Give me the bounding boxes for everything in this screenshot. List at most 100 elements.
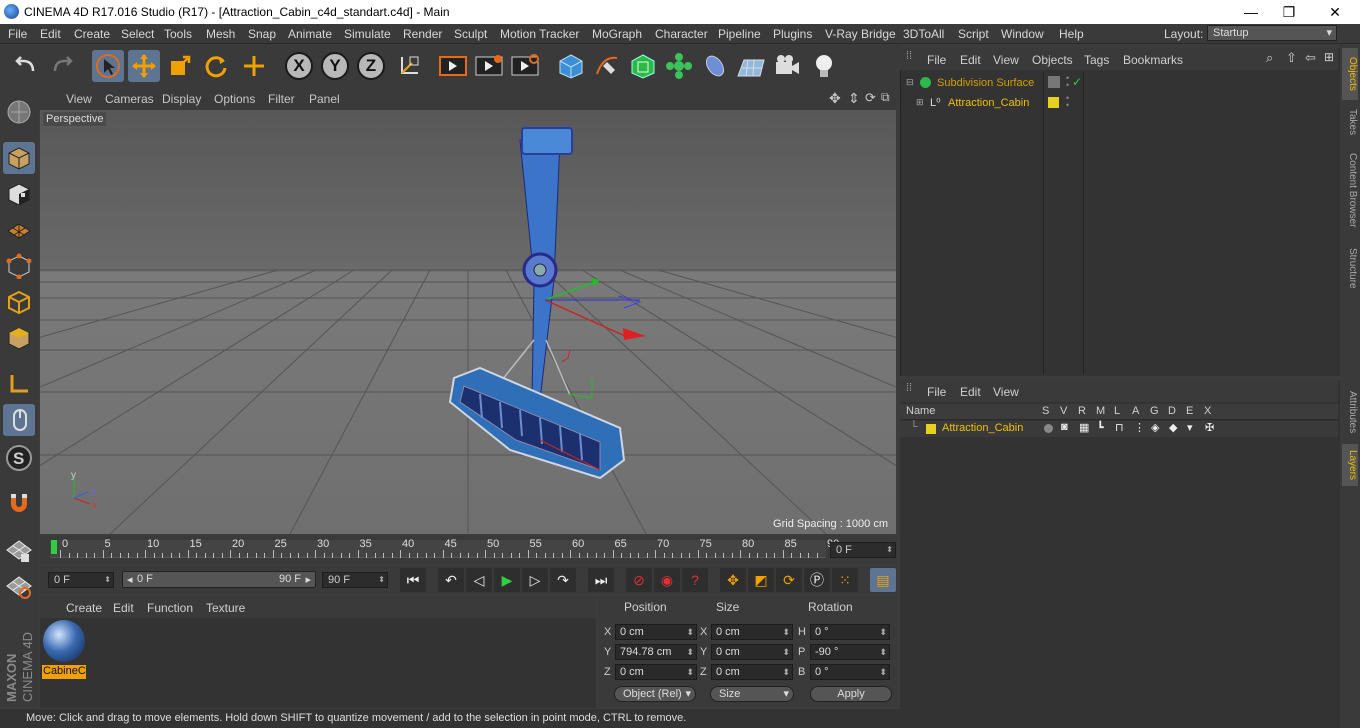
- snapping-icon[interactable]: S: [3, 442, 35, 474]
- floor-scene-icon[interactable]: [735, 50, 767, 82]
- menu-plugins[interactable]: Plugins: [773, 27, 812, 41]
- obj-menu-bookmarks[interactable]: Bookmarks: [1123, 53, 1183, 67]
- obj-up-icon[interactable]: ⇧: [1286, 50, 1297, 66]
- layer-menu-file[interactable]: File: [927, 385, 946, 399]
- generator-icon[interactable]: ◈: [1151, 421, 1159, 434]
- play-forward-icon[interactable]: ▶: [494, 568, 520, 592]
- recent-tool-icon[interactable]: [238, 50, 270, 82]
- layer-menu-edit[interactable]: Edit: [960, 385, 981, 399]
- record-position-icon[interactable]: ✥: [720, 568, 746, 592]
- object-row-subdivision[interactable]: ⊟ Subdivision Surface • • ✓: [904, 74, 1338, 93]
- menu-script[interactable]: Script: [958, 27, 989, 41]
- tab-takes[interactable]: Takes: [1342, 102, 1358, 142]
- start-frame-field[interactable]: 0 F ⬍: [48, 572, 114, 588]
- end-frame-field[interactable]: 90 F ⬍: [322, 572, 388, 588]
- menu-edit[interactable]: Edit: [40, 27, 61, 41]
- layer-color-tag[interactable]: [1048, 97, 1059, 108]
- obj-menu-objects[interactable]: Objects: [1032, 53, 1073, 67]
- deformer-icon[interactable]: [699, 50, 731, 82]
- layer-color-swatch[interactable]: [926, 424, 936, 434]
- polygons-mode-icon[interactable]: [3, 322, 35, 354]
- panel-grip-icon[interactable]: ⁞⁞: [906, 50, 912, 62]
- tab-attributes[interactable]: Attributes: [1342, 382, 1358, 442]
- record-active-objects-icon[interactable]: ⊘: [626, 568, 652, 592]
- vp-rotate-icon[interactable]: ⟳: [865, 90, 876, 106]
- playhead[interactable]: [51, 540, 57, 554]
- obj-menu-file[interactable]: File: [927, 53, 946, 67]
- tab-content-browser[interactable]: Content Browser: [1342, 144, 1358, 236]
- menu-tools[interactable]: Tools: [164, 27, 192, 41]
- deformer-layer-icon[interactable]: ◆: [1169, 421, 1177, 434]
- apply-button[interactable]: Apply: [810, 686, 892, 702]
- pos-z-field[interactable]: 0 cm: [615, 664, 697, 680]
- grid-lock-icon[interactable]: [3, 534, 35, 566]
- previous-frame-icon[interactable]: ◁: [466, 568, 492, 592]
- vp-menu-cameras[interactable]: Cameras: [105, 92, 154, 106]
- rotate-tool-icon[interactable]: [200, 50, 232, 82]
- next-key-icon[interactable]: ↷: [550, 568, 576, 592]
- mat-menu-create[interactable]: Create: [66, 601, 102, 615]
- go-to-end-icon[interactable]: ⏭: [588, 568, 614, 592]
- expand-icon[interactable]: ⊞: [916, 97, 924, 108]
- tab-layers[interactable]: Layers: [1342, 444, 1358, 486]
- obj-back-icon[interactable]: ⇦: [1305, 50, 1316, 66]
- pos-x-field[interactable]: 0 cm: [615, 624, 697, 640]
- expression-icon[interactable]: ▾: [1187, 421, 1193, 434]
- vp-menu-view[interactable]: View: [66, 92, 92, 106]
- maximize-button[interactable]: ❐: [1274, 2, 1304, 22]
- frame-range-slider[interactable]: ◂ 0 F 90 F ▸: [122, 571, 316, 588]
- cloner-icon[interactable]: [663, 50, 695, 82]
- vp-zoom-icon[interactable]: ⇕: [848, 90, 860, 107]
- material-swatch[interactable]: CabineC: [42, 620, 86, 679]
- collapse-icon[interactable]: ⊟: [906, 77, 914, 88]
- coordinate-mode-dropdown[interactable]: Object (Rel) ▾: [614, 686, 696, 702]
- texture-mode-icon[interactable]: [3, 178, 35, 210]
- magnet-icon[interactable]: [3, 488, 35, 520]
- size-y-field[interactable]: 0 cm: [711, 644, 793, 660]
- visibility-dots-icon[interactable]: • •: [1066, 74, 1069, 90]
- col-expressions[interactable]: E: [1186, 405, 1193, 417]
- visibility-dots-icon[interactable]: • •: [1066, 94, 1069, 110]
- animation-icon[interactable]: ⋮: [1134, 421, 1145, 434]
- size-z-field[interactable]: 0 cm: [711, 664, 793, 680]
- size-mode-dropdown[interactable]: Size ▾: [710, 686, 794, 702]
- render-picture-viewer-icon[interactable]: [473, 50, 505, 82]
- record-pla-icon[interactable]: ⁙: [832, 568, 858, 592]
- points-mode-icon[interactable]: [3, 250, 35, 282]
- grid-snap-icon[interactable]: [3, 570, 35, 602]
- rot-b-field[interactable]: 0 °: [810, 664, 890, 680]
- x-axis-lock-button[interactable]: X: [283, 50, 315, 82]
- vp-menu-options[interactable]: Options: [214, 92, 255, 106]
- z-axis-lock-button[interactable]: Z: [355, 50, 387, 82]
- menu-animate[interactable]: Animate: [288, 27, 332, 41]
- vp-move-icon[interactable]: ✥: [829, 90, 841, 107]
- vp-menu-filter[interactable]: Filter: [268, 92, 295, 106]
- previous-key-icon[interactable]: ↶: [438, 568, 464, 592]
- make-editable-icon[interactable]: [3, 96, 35, 128]
- menu-sculpt[interactable]: Sculpt: [454, 27, 487, 41]
- col-render[interactable]: R: [1078, 405, 1086, 417]
- redo-icon[interactable]: [46, 50, 78, 82]
- size-x-field[interactable]: 0 cm: [711, 624, 793, 640]
- xref-icon[interactable]: ✠: [1205, 421, 1214, 434]
- menu-help[interactable]: Help: [1059, 27, 1084, 41]
- minimize-button[interactable]: —: [1236, 2, 1266, 22]
- col-name[interactable]: Name: [906, 405, 935, 417]
- menu-mograph[interactable]: MoGraph: [592, 27, 642, 41]
- subdivision-tag-icon[interactable]: [1048, 76, 1060, 88]
- mat-menu-edit[interactable]: Edit: [113, 601, 134, 615]
- undo-icon[interactable]: [10, 50, 42, 82]
- keyframe-selection-icon[interactable]: ?: [682, 568, 708, 592]
- menu-character[interactable]: Character: [655, 27, 708, 41]
- camera-icon[interactable]: [771, 50, 803, 82]
- render-clapper-icon[interactable]: ▦: [1079, 421, 1089, 434]
- subdivision-surface-icon[interactable]: [627, 50, 659, 82]
- obj-menu-edit[interactable]: Edit: [960, 53, 981, 67]
- panel-grip-icon[interactable]: ⁞⁞: [906, 382, 912, 394]
- model-mode-icon[interactable]: [3, 142, 35, 174]
- autokeying-icon[interactable]: ◉: [654, 568, 680, 592]
- live-selection-icon[interactable]: [92, 50, 124, 82]
- col-generators[interactable]: G: [1150, 405, 1159, 417]
- col-solo[interactable]: S: [1042, 405, 1049, 417]
- layer-row[interactable]: └ Attraction_Cabin ◙ ▦ ┗ ⊓ ⋮ ◈ ◆ ▾ ✠: [900, 421, 1338, 437]
